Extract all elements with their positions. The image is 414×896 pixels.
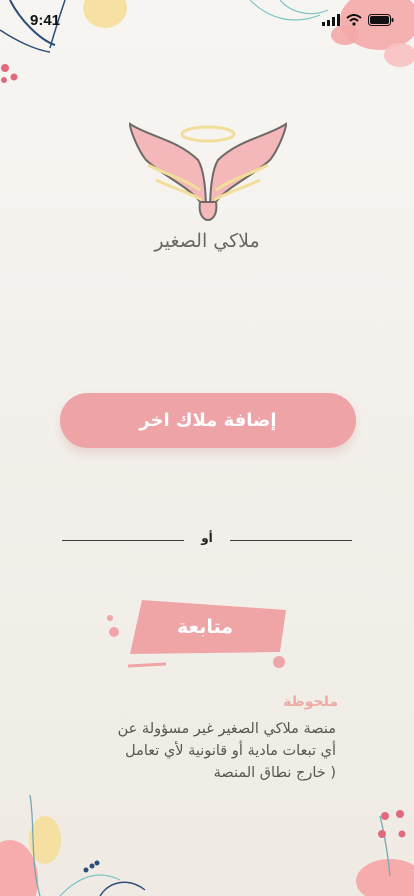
note-line: ( خارج نطاق المنصة	[213, 765, 336, 781]
follow-label: متابعة	[176, 616, 234, 638]
status-time: 9:41	[30, 12, 61, 29]
divider-right	[230, 540, 352, 541]
divider-left	[62, 540, 184, 541]
battery-icon	[368, 14, 394, 26]
status-bar: 9:41	[0, 0, 414, 46]
note-body: منصة ملاكي الصغير غير مسؤولة عن أي تبعات…	[66, 718, 336, 784]
signal-icon	[322, 14, 340, 26]
add-angel-button[interactable]: إضافة ملاك اخر	[60, 393, 356, 448]
note-line: منصة ملاكي الصغير غير مسؤولة عن	[117, 721, 336, 737]
follow-button[interactable]: متابعة	[100, 594, 300, 670]
logo-text: ملاكي الصغير	[154, 230, 260, 252]
note-title: ملحوظة	[283, 694, 338, 710]
or-label: أو	[201, 531, 213, 545]
decor-bottom-right-flower	[356, 810, 414, 896]
decor-bottom-left-flower	[0, 794, 146, 896]
wifi-icon	[346, 14, 362, 26]
angel-wings-logo	[128, 122, 288, 222]
status-icons	[322, 14, 394, 26]
note-line: أي تبعات مادية أو قانونية لأي تعامل	[125, 743, 336, 759]
